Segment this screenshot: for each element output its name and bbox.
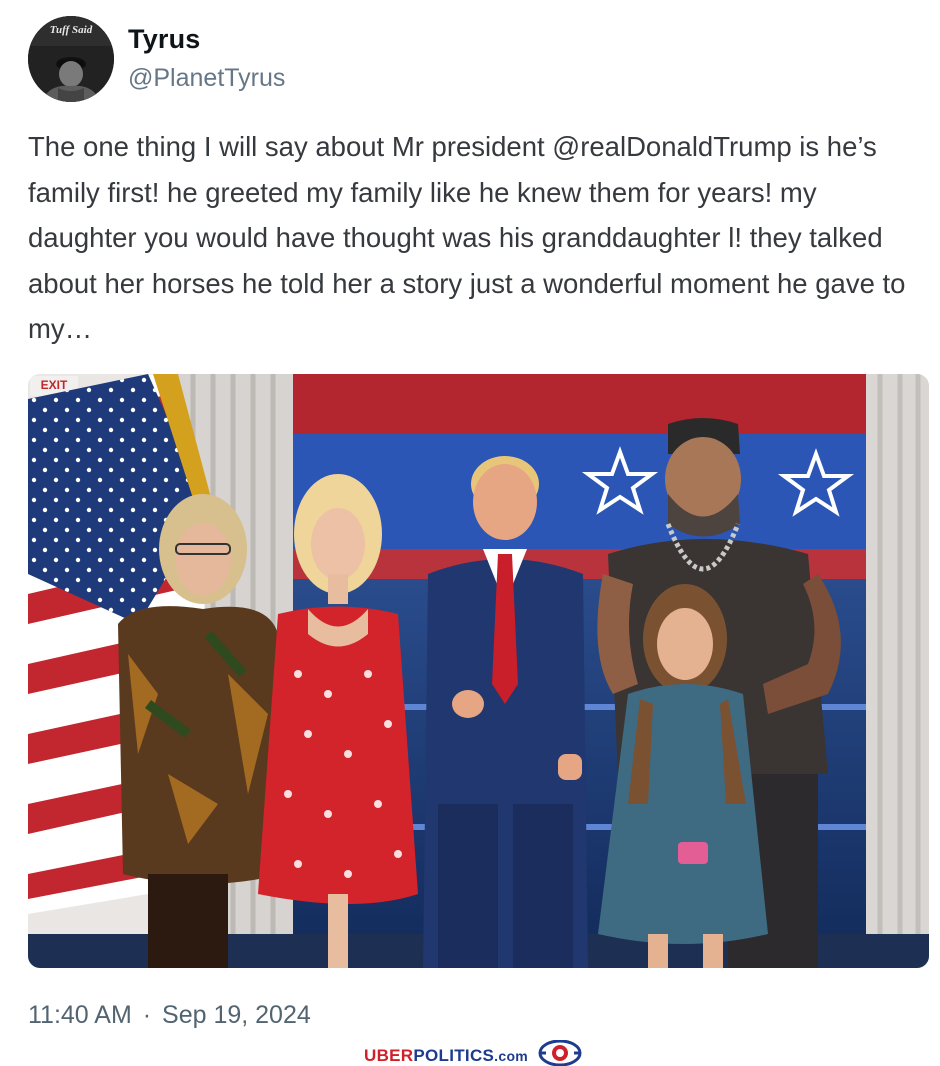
watermark-politics: POLITICS — [413, 1045, 495, 1065]
user-handle[interactable]: @PlanetTyrus — [128, 64, 285, 93]
tweet-text: The one thing I will say about Mr presid… — [28, 131, 906, 344]
avatar-caption: Tuff Said — [50, 24, 93, 36]
tweet-date: Sep 19, 2024 — [162, 1001, 311, 1029]
watermark: UBERPOLITICS.com — [364, 1039, 582, 1066]
avatar-image: Tuff Said — [28, 16, 114, 102]
lion-logo-icon — [538, 1039, 582, 1066]
meta-separator: · — [142, 1001, 152, 1029]
tweet-timestamp[interactable]: 11:40 AM · Sep 19, 2024 — [28, 1001, 311, 1030]
tweet-photo[interactable]: EXIT — [28, 374, 929, 968]
avatar[interactable]: Tuff Said — [28, 16, 114, 102]
watermark-text: UBERPOLITICS.com — [364, 1046, 528, 1066]
watermark-dotcom: .com — [494, 1047, 529, 1064]
display-name[interactable]: Tyrus — [128, 24, 201, 55]
watermark-uber: UBER — [364, 1045, 414, 1065]
tweet-card: Tuff Said Tyrus @PlanetTyrus The one thi… — [0, 0, 940, 1066]
tweet-time: 11:40 AM — [28, 1001, 132, 1029]
photo-illustration: EXIT — [28, 374, 929, 968]
exit-sign-text: EXIT — [41, 378, 68, 392]
